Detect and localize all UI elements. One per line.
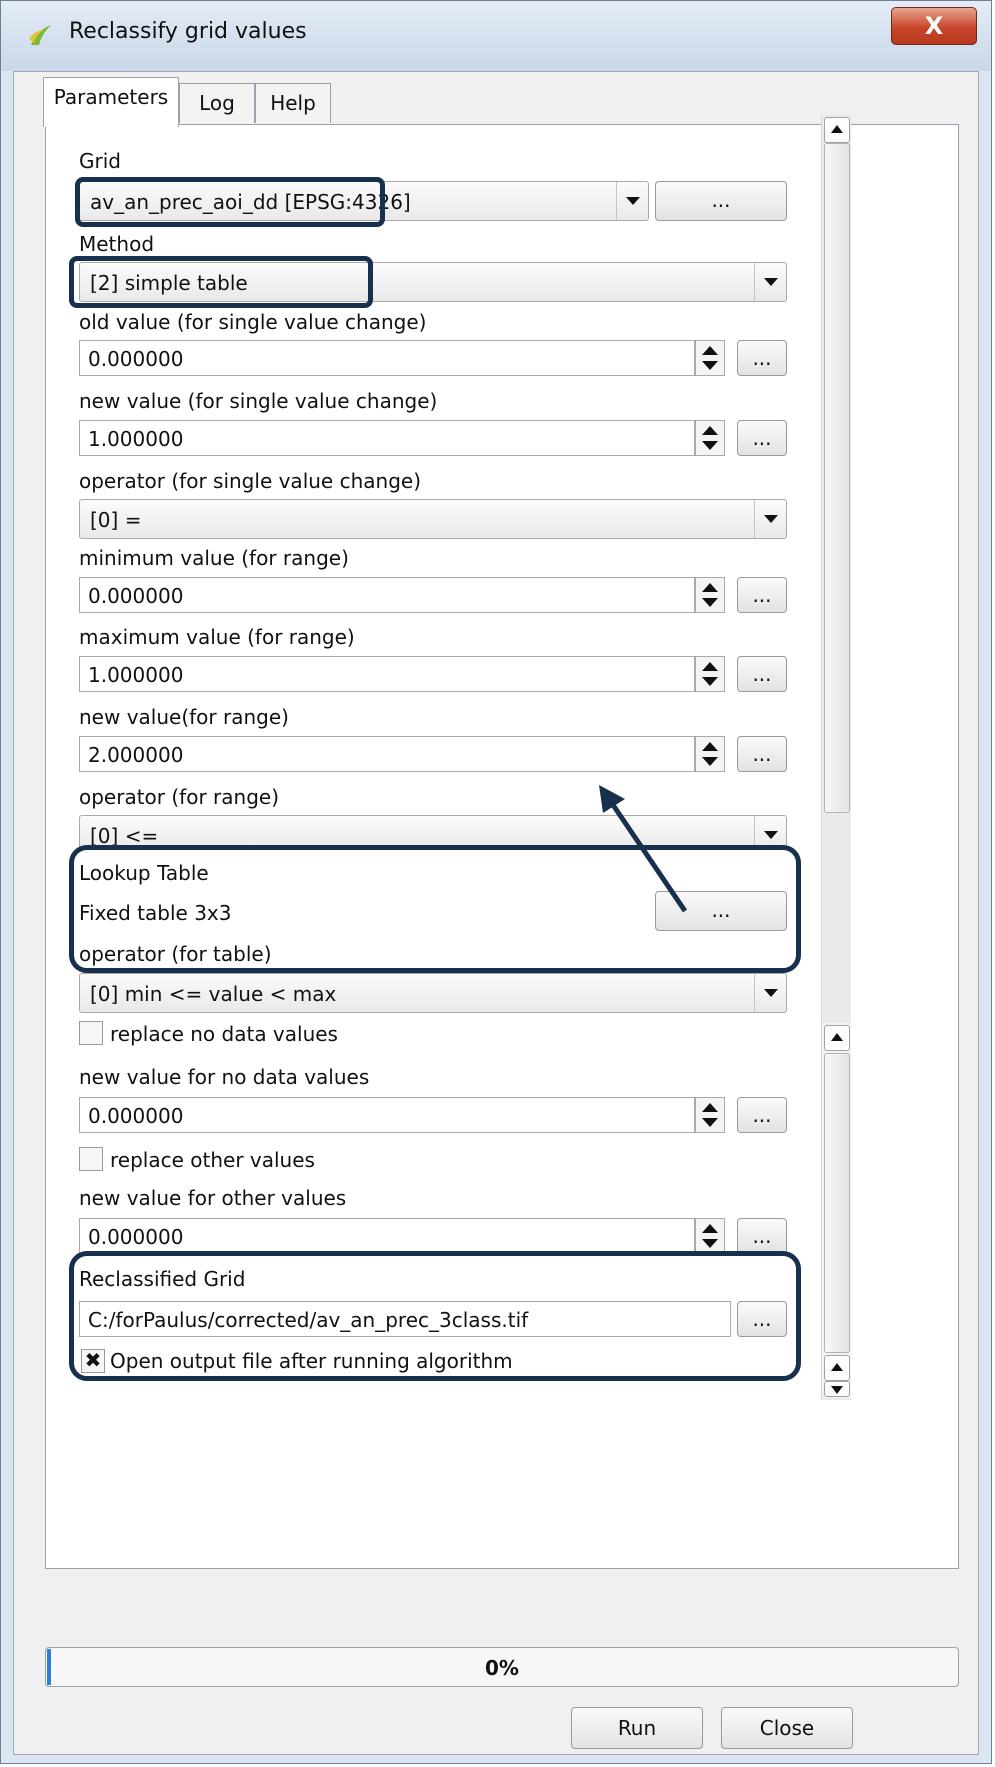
max-value-button[interactable]: ... (737, 656, 787, 692)
lookup-table-value: Fixed table 3x3 (79, 901, 232, 925)
replace-nodata-label: replace no data values (110, 1022, 338, 1046)
operator-table-label: operator (for table) (79, 942, 272, 966)
nodata-value-button[interactable]: ... (737, 1097, 787, 1133)
chevron-down-icon (616, 182, 648, 220)
close-button[interactable]: Close (721, 1707, 853, 1749)
lookup-table-label: Lookup Table (79, 861, 209, 885)
new-value-spinner[interactable] (695, 420, 725, 456)
new-value-range-label: new value(for range) (79, 705, 289, 729)
tab-log[interactable]: Log (179, 83, 255, 123)
method-select-value: [2] simple table (90, 271, 248, 295)
min-value-input[interactable]: 0.000000 (79, 577, 695, 613)
tab-parameters[interactable]: Parameters (43, 77, 179, 127)
old-value-label: old value (for single value change) (79, 310, 427, 334)
scrollbar-thumb[interactable] (824, 143, 850, 813)
old-value-spinner[interactable] (695, 340, 725, 376)
nodata-value-label: new value for no data values (79, 1065, 370, 1089)
old-value-input[interactable]: 0.000000 (79, 340, 695, 376)
output-group: Reclassified Grid C:/forPaulus/corrected… (73, 1255, 797, 1377)
operator-single-value: [0] = (90, 508, 142, 532)
new-value-range-text: 2.000000 (88, 743, 184, 767)
other-value-spinner[interactable] (695, 1218, 725, 1254)
window-close-button[interactable]: X (891, 7, 977, 45)
annotation-arrow-icon (599, 785, 688, 913)
new-value-range-spinner[interactable] (695, 736, 725, 772)
old-value-text: 0.000000 (88, 347, 184, 371)
other-value-button[interactable]: ... (737, 1218, 787, 1254)
max-value-text: 1.000000 (88, 663, 184, 687)
other-value-text: 0.000000 (88, 1225, 184, 1249)
tab-help[interactable]: Help (255, 83, 331, 123)
new-value-text: 1.000000 (88, 427, 184, 451)
scroll-up-button[interactable] (824, 1355, 850, 1381)
nodata-value-text: 0.000000 (88, 1104, 184, 1128)
operator-table-value: [0] min <= value < max (90, 982, 337, 1006)
replace-other-checkbox[interactable] (79, 1147, 103, 1171)
title-bar[interactable]: Reclassify grid values X (1, 1, 991, 71)
grid-label: Grid (79, 149, 121, 173)
output-path-text: C:/forPaulus/corrected/av_an_prec_3class… (88, 1308, 529, 1332)
operator-single-select[interactable]: [0] = (79, 499, 787, 539)
scroll-down-button[interactable] (824, 1381, 850, 1397)
min-value-text: 0.000000 (88, 584, 184, 608)
replace-other-label: replace other values (110, 1148, 315, 1172)
replace-nodata-checkbox[interactable] (79, 1021, 103, 1045)
secondary-scrollbar[interactable] (821, 1023, 851, 1398)
method-label: Method (79, 232, 155, 256)
old-value-button[interactable]: ... (737, 340, 787, 376)
chevron-down-icon (754, 500, 786, 538)
max-value-spinner[interactable] (695, 656, 725, 692)
new-value-label: new value (for single value change) (79, 389, 438, 413)
grid-browse-button[interactable]: ... (655, 181, 787, 221)
window-title: Reclassify grid values (69, 19, 307, 44)
method-select[interactable]: [2] simple table (79, 262, 787, 302)
max-value-input[interactable]: 1.000000 (79, 656, 695, 692)
operator-range-value: [0] <= (90, 824, 159, 848)
qgis-app-icon (29, 25, 51, 45)
new-value-range-button[interactable]: ... (737, 736, 787, 772)
new-value-range-input[interactable]: 2.000000 (79, 736, 695, 772)
other-value-label: new value for other values (79, 1186, 347, 1210)
new-value-button[interactable]: ... (737, 420, 787, 456)
scrollbar-thumb[interactable] (824, 1053, 850, 1353)
new-value-input[interactable]: 1.000000 (79, 420, 695, 456)
scroll-up-button[interactable] (824, 117, 850, 143)
progress-text: 0% (485, 1656, 519, 1680)
chevron-down-icon (754, 974, 786, 1012)
other-value-input[interactable]: 0.000000 (79, 1218, 695, 1254)
operator-single-label: operator (for single value change) (79, 469, 421, 493)
progress-bar: 0% (45, 1647, 959, 1687)
nodata-value-spinner[interactable] (695, 1097, 725, 1133)
operator-range-label: operator (for range) (79, 785, 279, 809)
scroll-up-button[interactable] (824, 1025, 850, 1051)
min-value-button[interactable]: ... (737, 577, 787, 613)
grid-select-value: av_an_prec_aoi_dd [EPSG:4326] (90, 190, 411, 214)
run-button[interactable]: Run (571, 1707, 703, 1749)
chevron-down-icon (754, 263, 786, 301)
open-output-label: Open output file after running algorithm (110, 1349, 513, 1373)
nodata-value-input[interactable]: 0.000000 (79, 1097, 695, 1133)
output-label: Reclassified Grid (79, 1267, 246, 1291)
output-browse-button[interactable]: ... (737, 1301, 787, 1337)
dialog-window: Reclassify grid values X Parameters Log … (0, 0, 992, 1764)
output-path-input[interactable]: C:/forPaulus/corrected/av_an_prec_3class… (79, 1301, 731, 1337)
operator-table-select[interactable]: [0] min <= value < max (79, 973, 787, 1013)
min-value-spinner[interactable] (695, 577, 725, 613)
open-output-checkbox[interactable]: ✖ (81, 1349, 105, 1373)
min-value-label: minimum value (for range) (79, 546, 349, 570)
max-value-label: maximum value (for range) (79, 625, 355, 649)
grid-select[interactable]: av_an_prec_aoi_dd [EPSG:4326] (79, 181, 649, 221)
